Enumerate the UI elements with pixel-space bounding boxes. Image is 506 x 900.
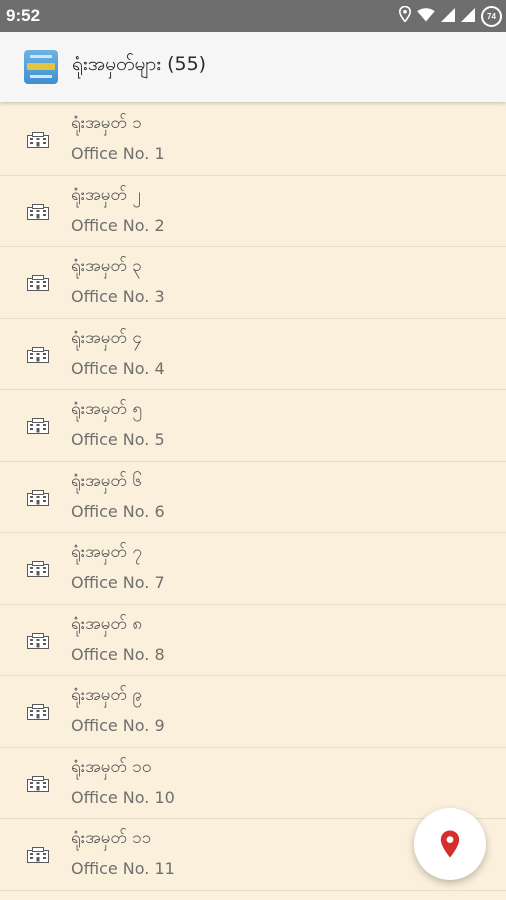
battery-icon: 74 bbox=[481, 5, 502, 27]
office-subtitle: Office No. 10 bbox=[71, 787, 175, 807]
office-subtitle: Office No. 11 bbox=[71, 859, 175, 878]
office-building-icon bbox=[27, 847, 49, 863]
list-item[interactable]: ရုံးအမှတ် ၃ Office No. 3 bbox=[0, 247, 506, 319]
office-subtitle: Office No. 4 bbox=[71, 358, 165, 378]
status-icons: 74 bbox=[393, 5, 502, 27]
location-icon bbox=[398, 5, 412, 26]
office-building-icon bbox=[27, 561, 49, 577]
list-item[interactable]: ရုံးအမှတ် ၁၀ Office No. 10 bbox=[0, 748, 506, 819]
list-item[interactable]: ရုံးအမှတ် ၁ Office No. 1 bbox=[0, 104, 506, 176]
office-title: ရုံးအမှတ် ၅ bbox=[71, 399, 142, 419]
office-list: ရုံးအမှတ် ၁ Office No. 1 ရုံးအမှတ် ၂ Office… bbox=[0, 104, 506, 891]
office-building-icon bbox=[27, 704, 49, 720]
list-item[interactable]: ရုံးအမှတ် ၄ Office No. 4 bbox=[0, 319, 506, 390]
office-building-icon bbox=[27, 632, 49, 649]
office-building-icon bbox=[27, 346, 49, 363]
office-subtitle: Office No. 8 bbox=[71, 644, 165, 664]
office-building-icon bbox=[27, 132, 49, 148]
signal-icon bbox=[461, 7, 475, 26]
office-subtitle: Office No. 6 bbox=[71, 501, 165, 521]
office-title: ရုံးအမှတ် ၁၀ bbox=[71, 756, 152, 777]
office-title: ရုံးအမှတ် ၁၁ bbox=[71, 828, 152, 848]
office-title: ရုံးအမှတ် ၈ bbox=[71, 613, 143, 634]
office-subtitle: Office No. 2 bbox=[71, 215, 165, 235]
office-title: ရုံးအမှတ် ၇ bbox=[71, 542, 142, 562]
office-title: ရုံးအမှတ် ၄ bbox=[71, 327, 142, 348]
location-pin-icon bbox=[440, 830, 460, 858]
list-item[interactable]: ရုံးအမှတ် ၂ Office No. 2 bbox=[0, 176, 506, 247]
office-building-icon bbox=[27, 203, 49, 220]
office-subtitle: Office No. 7 bbox=[71, 573, 165, 592]
list-item[interactable]: ရုံးအမှတ် ၉ Office No. 9 bbox=[0, 676, 506, 748]
office-title: ရုံးအမှတ် ၆ bbox=[71, 470, 142, 491]
list-item[interactable]: ရုံးအမှတ် ၈ Office No. 8 bbox=[0, 605, 506, 676]
list-item[interactable]: ရုံးအမှတ် ၅ Office No. 5 bbox=[0, 390, 506, 462]
office-building-icon bbox=[27, 275, 49, 291]
list-item[interactable]: ရုံးအမှတ် ၆ Office No. 6 bbox=[0, 462, 506, 533]
status-time: 9:52 bbox=[6, 6, 41, 25]
office-subtitle: Office No. 3 bbox=[71, 287, 165, 306]
map-location-button[interactable] bbox=[414, 808, 486, 880]
office-subtitle: Office No. 5 bbox=[71, 430, 165, 449]
office-building-icon bbox=[27, 775, 49, 792]
status-bar: 9:52 74 bbox=[0, 0, 506, 32]
app-logo-icon bbox=[24, 50, 58, 84]
wifi-icon bbox=[417, 7, 435, 26]
office-building-icon bbox=[27, 489, 49, 506]
office-title: ရုံးအမှတ် ၉ bbox=[71, 685, 142, 705]
page-title: ရုံးအမှတ်များ (55) bbox=[72, 53, 207, 75]
office-title: ရုံးအမှတ် ၂ bbox=[71, 184, 141, 205]
list-item[interactable]: ရုံးအမှတ် ၇ Office No. 7 bbox=[0, 533, 506, 605]
office-title: ရုံးအမှတ် ၃ bbox=[71, 256, 142, 276]
app-bar: ရုံးအမှတ်များ (55) bbox=[0, 32, 506, 102]
signal-icon bbox=[441, 7, 455, 26]
office-building-icon bbox=[27, 418, 49, 434]
office-subtitle: Office No. 9 bbox=[71, 716, 165, 735]
office-subtitle: Office No. 1 bbox=[71, 144, 165, 163]
office-title: ရုံးအမှတ် ၁ bbox=[71, 113, 142, 133]
